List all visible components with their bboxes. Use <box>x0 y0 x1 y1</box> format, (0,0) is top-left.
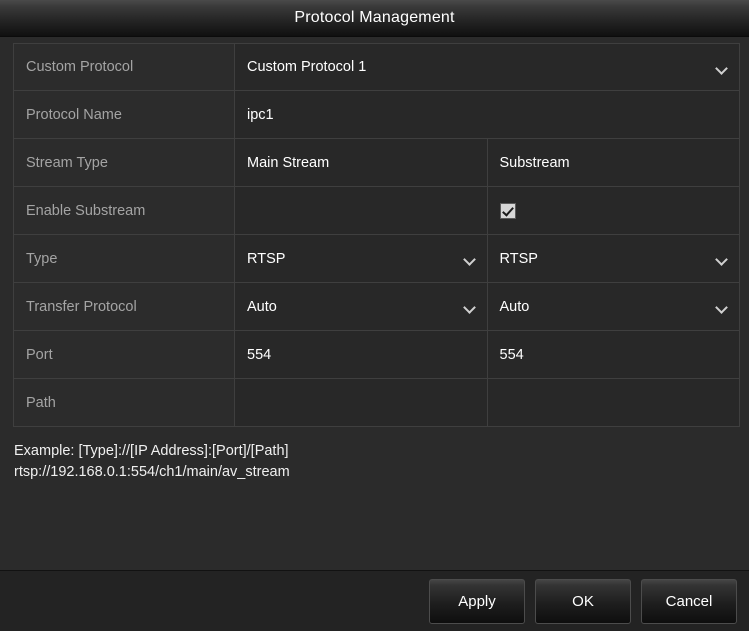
type-sub-value: RTSP <box>499 250 538 267</box>
port-sub-value: 554 <box>499 346 524 363</box>
table-row: Path <box>13 379 740 427</box>
table-row: Port 554 554 <box>13 331 740 379</box>
stream-type-main-header: Main Stream <box>235 139 488 187</box>
type-main-select[interactable]: RTSP <box>235 235 488 283</box>
dialog-body: Custom Protocol Custom Protocol 1 Protoc… <box>0 37 749 570</box>
row-label-transfer-protocol: Transfer Protocol <box>13 283 235 331</box>
stream-type-sub-header: Substream <box>487 139 740 187</box>
chevron-down-icon[interactable] <box>464 303 475 310</box>
row-label-protocol-name: Protocol Name <box>13 91 235 139</box>
type-sub-select[interactable]: RTSP <box>487 235 740 283</box>
path-sub-input[interactable] <box>487 379 740 427</box>
example-hint: Example: [Type]://[IP Address]:[Port]/[P… <box>13 441 737 483</box>
row-label-enable-substream: Enable Substream <box>13 187 235 235</box>
protocol-management-dialog: Protocol Management Custom Protocol Cust… <box>0 0 749 631</box>
custom-protocol-value: Custom Protocol 1 <box>247 59 367 75</box>
row-label-type: Type <box>13 235 235 283</box>
path-main-input[interactable] <box>235 379 488 427</box>
enable-substream-main-cell <box>235 187 488 235</box>
transfer-protocol-sub-value: Auto <box>499 298 530 315</box>
transfer-protocol-main-value: Auto <box>247 298 277 315</box>
enable-substream-sub-cell[interactable] <box>487 187 740 235</box>
transfer-protocol-sub-select[interactable]: Auto <box>487 283 740 331</box>
table-row: Enable Substream <box>13 187 740 235</box>
row-label-port: Port <box>13 331 235 379</box>
protocol-form-table: Custom Protocol Custom Protocol 1 Protoc… <box>13 43 740 427</box>
example-hint-line-2: rtsp://192.168.0.1:554/ch1/main/av_strea… <box>14 464 290 480</box>
port-sub-input[interactable]: 554 <box>487 331 740 379</box>
chevron-down-icon[interactable] <box>716 64 727 71</box>
chevron-down-icon[interactable] <box>716 255 727 262</box>
port-main-input[interactable]: 554 <box>235 331 488 379</box>
example-hint-line-1: Example: [Type]://[IP Address]:[Port]/[P… <box>14 443 289 459</box>
row-label-stream-type: Stream Type <box>13 139 235 187</box>
table-row: Stream Type Main Stream Substream <box>13 139 740 187</box>
chevron-down-icon[interactable] <box>464 255 475 262</box>
protocol-name-input[interactable]: ipc1 <box>235 91 740 139</box>
row-label-path: Path <box>13 379 235 427</box>
protocol-name-value: ipc1 <box>247 106 274 123</box>
type-main-value: RTSP <box>247 250 286 267</box>
dialog-footer: Apply OK Cancel <box>0 570 749 631</box>
custom-protocol-select[interactable]: Custom Protocol 1 <box>235 43 740 91</box>
table-row: Custom Protocol Custom Protocol 1 <box>13 43 740 91</box>
table-row: Transfer Protocol Auto Auto <box>13 283 740 331</box>
dialog-titlebar: Protocol Management <box>0 0 749 37</box>
substream-label: Substream <box>499 154 570 171</box>
port-main-value: 554 <box>247 346 272 363</box>
table-row: Type RTSP RTSP <box>13 235 740 283</box>
apply-button[interactable]: Apply <box>429 578 525 624</box>
chevron-down-icon[interactable] <box>716 303 727 310</box>
cancel-button[interactable]: Cancel <box>641 578 737 624</box>
ok-button[interactable]: OK <box>535 578 631 624</box>
enable-substream-checkbox[interactable] <box>499 202 516 219</box>
table-row: Protocol Name ipc1 <box>13 91 740 139</box>
main-stream-label: Main Stream <box>247 154 330 171</box>
transfer-protocol-main-select[interactable]: Auto <box>235 283 488 331</box>
dialog-title: Protocol Management <box>294 9 455 26</box>
row-label-custom-protocol: Custom Protocol <box>13 43 235 91</box>
